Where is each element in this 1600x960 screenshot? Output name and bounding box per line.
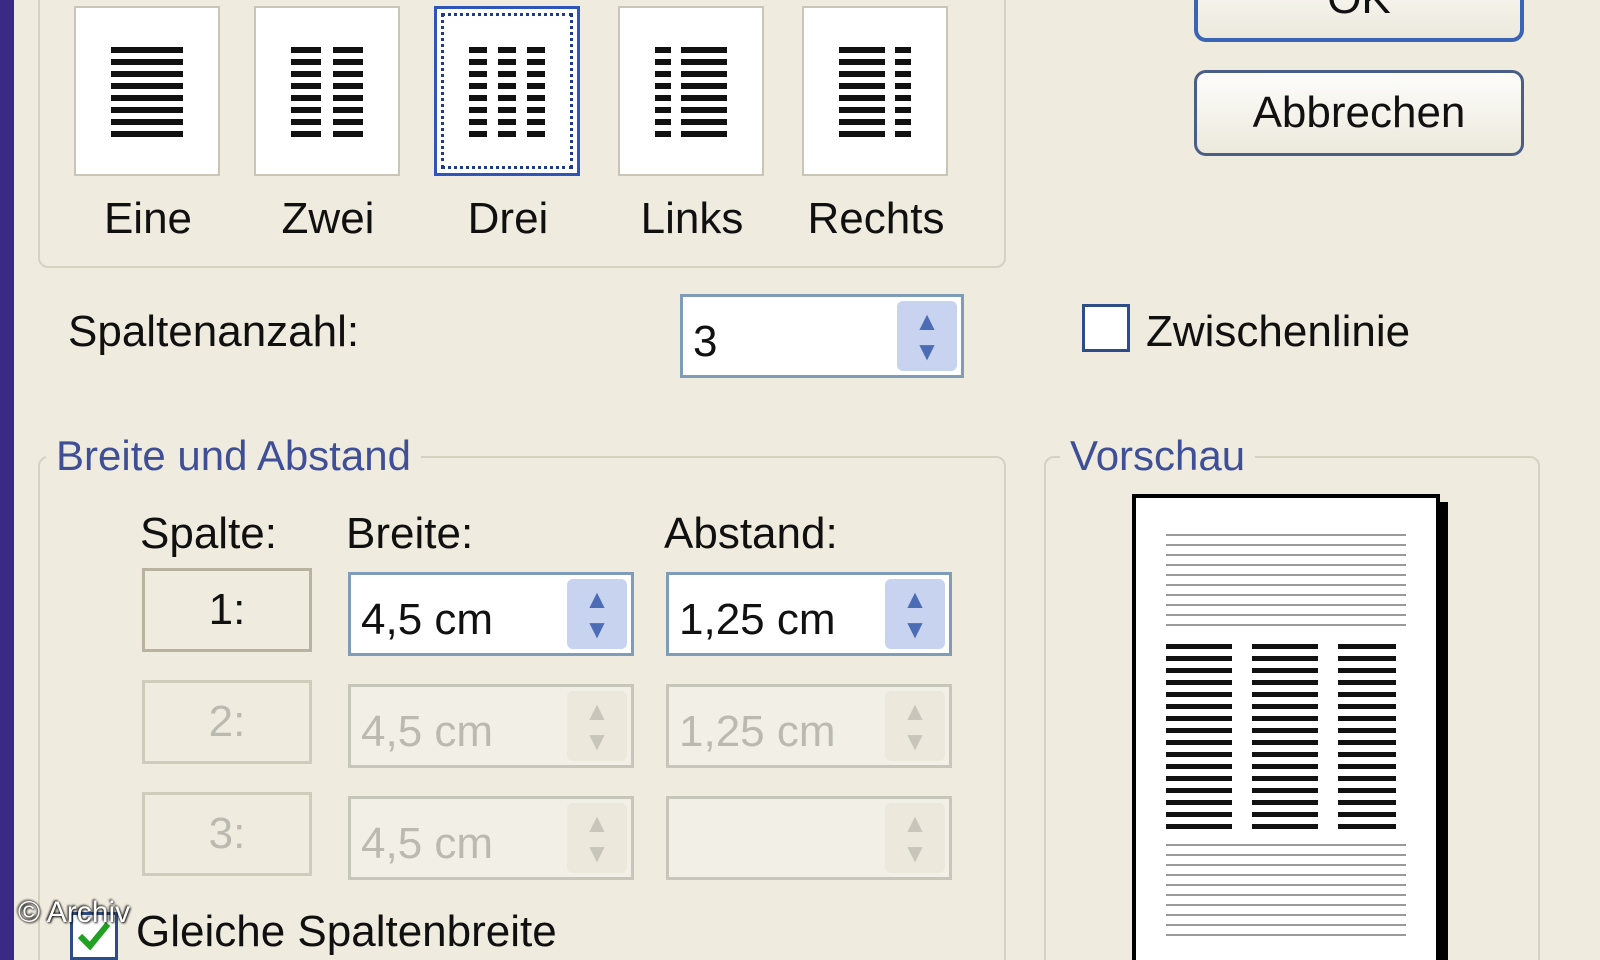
width-spinner-2: 4,5 cm ▲ ▼ [348,684,634,768]
width-value-2: 4,5 cm [361,707,494,756]
spin-down-icon[interactable]: ▼ [914,336,940,366]
spin-up-icon: ▲ [902,696,928,726]
preset-two-label: Zwei [281,194,375,243]
preset-right[interactable]: Rechts [802,6,950,244]
preview-page-image [1166,534,1406,936]
column-count-arrows[interactable]: ▲ ▼ [897,301,957,371]
columns-dialog: Eine Zwei Drei Links Rechts Abbrechen Sp… [14,0,1600,960]
spin-up-icon[interactable]: ▲ [902,584,928,614]
preset-left[interactable]: Links [618,6,766,244]
width-spacing-legend: Breite und Abstand [46,432,421,480]
spacing-arrows-3: ▲ ▼ [885,803,945,873]
width-arrows-1[interactable]: ▲ ▼ [567,579,627,649]
ok-button[interactable]: OK [1194,0,1524,42]
preset-right-label: Rechts [807,194,945,243]
spacing-value-2: 1,25 cm [679,707,836,756]
spin-up-icon: ▲ [584,696,610,726]
width-value-1: 4,5 cm [361,595,494,644]
watermark: © Archiv [18,896,131,929]
column-count-value: 3 [693,317,718,366]
preset-two-icon [254,6,400,176]
spacing-value-1: 1,25 cm [679,595,836,644]
preset-left-icon [618,6,764,176]
column-number-1: 1: [142,568,312,652]
spin-up-icon: ▲ [902,808,928,838]
spacing-spinner-3: ▲ ▼ [666,796,952,880]
preset-one-icon [74,6,220,176]
column-number-2: 2: [142,680,312,764]
preset-right-icon [802,6,948,176]
spin-up-icon[interactable]: ▲ [914,306,940,336]
spin-down-icon: ▼ [902,838,928,868]
preset-left-label: Links [640,194,744,243]
spacing-spinner-1[interactable]: 1,25 cm ▲ ▼ [666,572,952,656]
spin-up-icon: ▲ [584,808,610,838]
column-number-3: 3: [142,792,312,876]
column-count-spinner[interactable]: 3 ▲ ▼ [680,294,964,378]
equal-width-label: Gleiche Spaltenbreite [136,907,557,956]
width-arrows-3: ▲ ▼ [567,803,627,873]
preset-two[interactable]: Zwei [254,6,402,244]
spin-down-icon: ▼ [584,726,610,756]
preview-legend: Vorschau [1060,432,1256,480]
preset-one-label: Eine [103,194,193,243]
preset-one[interactable]: Eine [74,6,222,244]
width-value-3: 4,5 cm [361,819,494,868]
preset-three[interactable]: Drei [434,6,582,244]
spacing-spinner-2: 1,25 cm ▲ ▼ [666,684,952,768]
separator-line-checkbox[interactable] [1082,304,1130,352]
spin-down-icon[interactable]: ▼ [902,614,928,644]
spacing-arrows-2: ▲ ▼ [885,691,945,761]
preview-page [1132,494,1440,960]
cancel-button[interactable]: Abbrechen [1194,70,1524,156]
spacing-arrows-1[interactable]: ▲ ▼ [885,579,945,649]
preset-three-label: Drei [467,194,549,243]
column-count-label: Spaltenanzahl: [68,307,360,356]
spin-down-icon[interactable]: ▼ [584,614,610,644]
width-spinner-1[interactable]: 4,5 cm ▲ ▼ [348,572,634,656]
width-arrows-2: ▲ ▼ [567,691,627,761]
spacing-header: Abstand: [664,509,838,558]
width-spinner-3: 4,5 cm ▲ ▼ [348,796,634,880]
spin-down-icon: ▼ [584,838,610,868]
preset-three-icon [434,6,580,176]
width-header: Breite: [346,509,474,558]
separator-line-label: Zwischenlinie [1146,307,1411,356]
spin-up-icon[interactable]: ▲ [584,584,610,614]
spin-down-icon: ▼ [902,726,928,756]
column-header: Spalte: [140,509,277,558]
